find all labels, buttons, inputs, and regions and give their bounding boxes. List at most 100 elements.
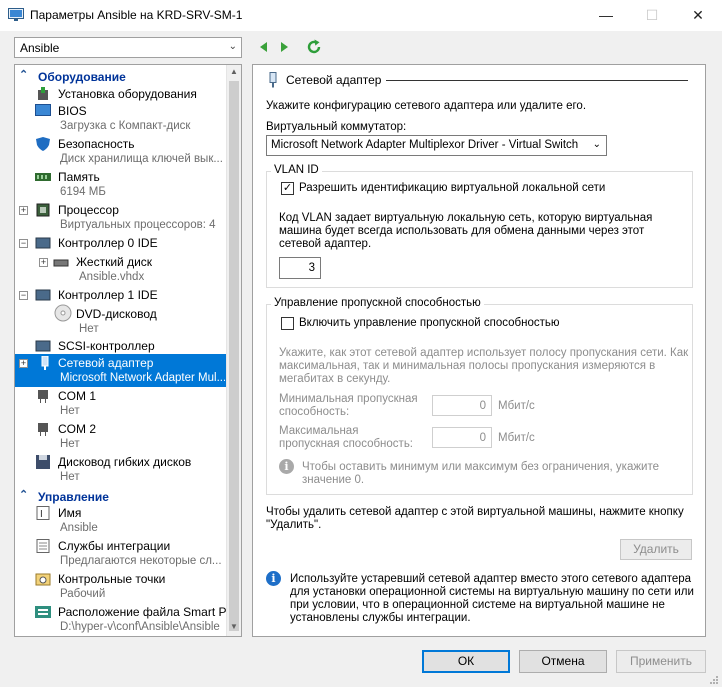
max-bandwidth-unit: Мбит/с [498, 432, 535, 444]
tree-item-label: COM 2 [58, 422, 97, 436]
scroll-down-arrow-icon[interactable]: ▼ [227, 622, 241, 636]
tree-item-sub: Предлагаются некоторые сл... [60, 555, 222, 567]
vm-selector[interactable]: Ansible ⌄ [14, 37, 242, 58]
section-management[interactable]: ⌃ Управление [17, 488, 225, 505]
tree-item-ide-controller-1[interactable]: − Контроллер 1 IDE [15, 286, 227, 303]
back-arrow-icon[interactable] [257, 40, 271, 54]
cancel-button[interactable]: Отмена [519, 650, 607, 673]
vlan-checkbox-label[interactable]: Разрешить идентификацию виртуальной лока… [299, 182, 605, 194]
title-divider [386, 80, 688, 81]
virtual-switch-dropdown[interactable]: Microsoft Network Adapter Multiplexor Dr… [266, 135, 607, 156]
tree-item-dvd-drive[interactable]: DVD-дисковод Нет [15, 303, 227, 336]
ok-button[interactable]: ОК [422, 650, 510, 673]
tree-item-scsi-controller[interactable]: SCSI-контроллер [15, 337, 227, 354]
tree-item-sub: Нет [60, 438, 80, 450]
tree-item-name[interactable]: I Имя Ansible [15, 504, 227, 537]
forward-arrow-icon[interactable] [277, 40, 291, 54]
vlan-id-input[interactable]: 3 [279, 257, 321, 279]
section-hardware[interactable]: ⌃ Оборудование [17, 68, 225, 85]
collapse-tree-icon[interactable]: − [19, 239, 28, 248]
vlan-legend: VLAN ID [271, 164, 322, 176]
scroll-up-arrow-icon[interactable]: ▲ [227, 67, 241, 81]
tree-item-label: Имя [58, 506, 82, 520]
refresh-icon[interactable] [306, 39, 322, 55]
expand-icon[interactable]: + [19, 206, 28, 215]
tree-item-security[interactable]: Безопасность Диск хранилища ключей вык..… [15, 135, 227, 168]
tree-item-sub: Диск хранилища ключей вык... [60, 153, 223, 165]
tree-item-label: Контроллер 1 IDE [58, 288, 158, 302]
scroll-thumb[interactable] [229, 81, 239, 631]
smart-paging-icon [35, 606, 51, 618]
tree-item-sub: 6194 МБ [60, 186, 106, 198]
tree-item-integration-services[interactable]: Службы интеграции Предлагаются некоторые… [15, 537, 227, 570]
collapse-icon: ⌃ [19, 69, 29, 81]
tree-item-network-adapter[interactable]: + Сетевой адаптер Microsoft Network Adap… [15, 354, 227, 387]
expand-icon[interactable]: + [19, 359, 28, 368]
tree-item-hard-disk[interactable]: + Жесткий диск Ansible.vhdx [15, 253, 227, 286]
apply-button[interactable]: Применить [616, 650, 706, 673]
title-bar: Параметры Ansible на KRD-SRV-SM-1 — ☐ ✕ [0, 0, 722, 31]
memory-icon [35, 173, 51, 181]
panel-title: Сетевой адаптер [286, 73, 382, 87]
tree-item-memory[interactable]: Память 6194 МБ [15, 168, 227, 201]
settings-panel: Сетевой адаптер Укажите конфигурацию сет… [252, 64, 706, 637]
remove-text: Чтобы удалить сетевой адаптер с этой вир… [266, 506, 684, 531]
tree-item-add-hardware[interactable]: Установка оборудования [15, 85, 227, 102]
dvd-icon [54, 304, 72, 322]
tree-item-smart-paging[interactable]: Расположение файла Smart P... D:\hyper-v… [15, 603, 235, 636]
resize-grip-icon[interactable] [708, 674, 719, 685]
vlan-checkbox[interactable]: ✓ [281, 182, 294, 195]
tree-item-label: Контроллер 0 IDE [58, 236, 158, 250]
name-icon: I [36, 506, 50, 520]
maximize-button[interactable]: ☐ [629, 0, 675, 31]
tree-item-sub: Нет [60, 471, 80, 483]
max-bandwidth-input[interactable]: 0 [432, 427, 492, 448]
min-bandwidth-unit: Мбит/с [498, 400, 535, 412]
floppy-icon [36, 455, 50, 469]
tree-item-label: BIOS [58, 104, 87, 118]
bandwidth-checkbox-label[interactable]: Включить управление пропускной способнос… [299, 317, 560, 329]
bandwidth-checkbox[interactable] [281, 317, 294, 330]
switch-label: Виртуальный коммутатор: [266, 121, 407, 133]
processor-icon [36, 203, 50, 217]
tree-item-com2[interactable]: COM 2 Нет [15, 420, 227, 453]
tree-item-processor[interactable]: + Процессор Виртуальных процессоров: 4 [15, 201, 227, 234]
tree-item-label: Безопасность [58, 137, 135, 151]
vlan-description: Код VLAN задает виртуальную локальную се… [279, 212, 653, 250]
bandwidth-legend: Управление пропускной способностью [271, 297, 484, 309]
collapse-tree-icon[interactable]: − [19, 291, 28, 300]
tree-item-sub: Нет [60, 405, 80, 417]
collapse-icon: ⌃ [19, 489, 29, 501]
tree-item-label: Расположение файла Smart P... [58, 605, 235, 619]
tree-item-sub: Загрузка с Компакт-диск [60, 120, 191, 132]
network-adapter-icon [41, 356, 49, 370]
settings-tree: ⌃ Оборудование Установка оборудования BI… [14, 64, 242, 637]
chevron-down-icon: ⌄ [228, 41, 237, 52]
tree-item-bios[interactable]: BIOS Загрузка с Компакт-диск [15, 102, 227, 135]
bandwidth-description: Укажите, как этот сетевой адаптер исполь… [279, 347, 689, 385]
integration-services-icon [36, 539, 50, 553]
expand-icon[interactable]: + [39, 258, 48, 267]
min-bandwidth-input[interactable]: 0 [432, 395, 492, 416]
tree-item-sub: Ansible.vhdx [79, 271, 145, 283]
tree-item-floppy-drive[interactable]: Дисковод гибких дисков Нет [15, 453, 227, 486]
checkpoints-icon [35, 573, 51, 586]
tree-item-ide-controller-0[interactable]: − Контроллер 0 IDE [15, 234, 227, 251]
tree-item-checkpoints[interactable]: Контрольные точки Рабочий [15, 570, 227, 603]
tree-item-label: COM 1 [58, 389, 97, 403]
close-button[interactable]: ✕ [675, 0, 721, 31]
chevron-down-icon: ⌄ [592, 139, 601, 150]
network-adapter-icon [269, 72, 277, 88]
info-icon: i [266, 571, 281, 586]
tree-item-sub: Ansible [60, 522, 98, 534]
bandwidth-hint: Чтобы оставить минимум или максимум без … [302, 461, 660, 486]
tree-item-label: Процессор [58, 203, 119, 217]
tree-item-sub: Виртуальных процессоров: 4 [60, 219, 216, 231]
tree-item-com1[interactable]: COM 1 Нет [15, 387, 227, 420]
tree-scrollbar[interactable]: ▲ ▼ [226, 65, 241, 636]
svg-text:I: I [40, 509, 43, 520]
shield-icon [36, 137, 50, 151]
remove-button[interactable]: Удалить [620, 539, 692, 560]
tree-item-label: Сетевой адаптер [58, 356, 154, 370]
minimize-button[interactable]: — [583, 0, 629, 31]
